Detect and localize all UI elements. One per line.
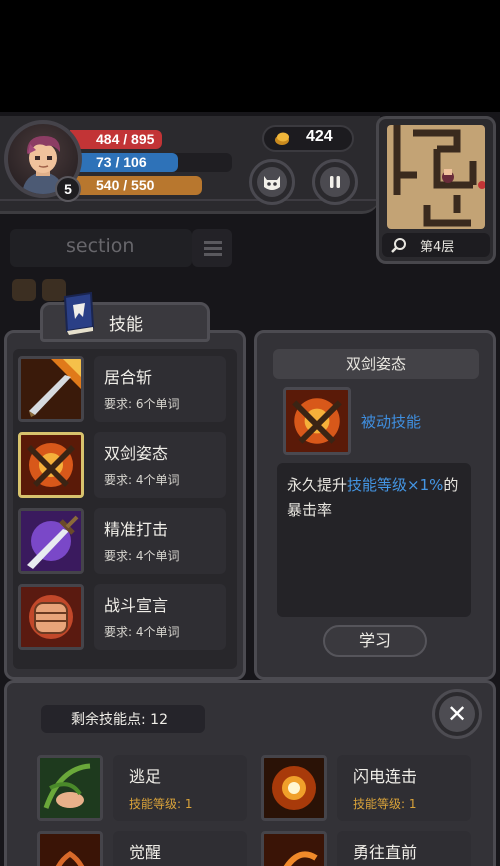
- skill-icon: [261, 755, 327, 821]
- skill-icon: [18, 584, 84, 650]
- skill-name: 居合斩: [104, 368, 153, 387]
- tab-skills[interactable]: 技能: [40, 291, 210, 342]
- skill-icon: [18, 432, 84, 498]
- skill-requirement: 要求: 4个单词: [104, 549, 180, 563]
- xp-bar: 540 / 550: [70, 176, 202, 195]
- fist-icon: [21, 587, 81, 647]
- skill-name: 战斗宣言: [104, 596, 169, 615]
- skill-card: 居合斩 要求: 6个单词: [94, 356, 226, 422]
- game-screen: 484 / 895 73 / 106 540 / 550 5 424 第4层 s…: [0, 112, 500, 866]
- detail-description-box: 永久提升技能等级×1%的暴击率: [277, 463, 471, 617]
- minimap-panel[interactable]: 第4层: [376, 116, 496, 264]
- player-level-badge: 5: [55, 176, 81, 202]
- skill-name: 精准打击: [104, 520, 169, 539]
- crossed-swords-icon: [286, 390, 348, 452]
- monster-menu-button[interactable]: [249, 159, 295, 205]
- learned-skill-lightning-combo[interactable]: 闪电连击 技能等级: 1: [259, 753, 475, 821]
- gold-value: 424: [306, 128, 333, 145]
- skill-card: 勇往直前: [337, 831, 471, 866]
- sword-slash-icon: [21, 359, 81, 419]
- coin-icon: [275, 132, 289, 145]
- learn-button[interactable]: 学习: [323, 625, 427, 657]
- section-header: section: [10, 229, 192, 267]
- skill-icon: [261, 831, 327, 866]
- list-line-icon: [204, 247, 222, 250]
- skill-name: 闪电连击: [353, 767, 418, 786]
- ghost-tile: [12, 279, 36, 301]
- greatsword-icon: [21, 511, 81, 571]
- skill-row-iai-slash[interactable]: 居合斩 要求: 6个单词: [16, 354, 232, 422]
- skill-row-precise-strike[interactable]: 精准打击 要求: 4个单词: [16, 506, 232, 574]
- skill-requirement: 要求: 6个单词: [104, 397, 180, 411]
- list-button[interactable]: [192, 229, 232, 267]
- floor-indicator: 第4层: [382, 233, 490, 257]
- desc-highlight: 技能等级×1%: [347, 476, 444, 494]
- skill-card: 逃足 技能等级: 1: [113, 755, 247, 821]
- list-line-icon: [204, 241, 222, 244]
- close-icon: ✕: [446, 700, 468, 728]
- vine-foot-icon: [40, 758, 100, 818]
- monster-face-icon: [264, 176, 280, 190]
- skill-level: 技能等级: 1: [129, 797, 193, 811]
- skill-points-label: 剩余技能点: 12: [71, 712, 168, 728]
- skill-name: 逃足: [129, 767, 162, 786]
- minimap[interactable]: [387, 125, 485, 229]
- skill-requirement: 要求: 4个单词: [104, 473, 180, 487]
- skill-card: 精准打击 要求: 4个单词: [94, 508, 226, 574]
- desc-prefix: 永久提升: [287, 476, 348, 494]
- skill-level: 技能等级: 1: [353, 797, 417, 811]
- skill-icon: [37, 755, 103, 821]
- skill-book-icon: [63, 291, 95, 335]
- tab-skills-label: 技能: [109, 315, 143, 335]
- detail-title-bar: 双剑姿态: [273, 349, 479, 379]
- section-label: section: [66, 235, 135, 257]
- skill-name: 双剑姿态: [104, 444, 169, 463]
- skill-requirement: 要求: 4个单词: [104, 625, 180, 639]
- skill-name: 勇往直前: [353, 843, 418, 862]
- skill-row-dual-sword-stance[interactable]: 双剑姿态 要求: 4个单词: [16, 430, 232, 498]
- skill-row-battle-cry[interactable]: 战斗宣言 要求: 4个单词: [16, 582, 232, 650]
- list-line-icon: [204, 253, 222, 256]
- skill-detail-panel: 双剑姿态 被动技能 永久提升技能等级×1%的暴击率 学习: [254, 330, 496, 680]
- hp-bar: 484 / 895: [70, 130, 162, 149]
- floor-label: 第4层: [420, 240, 455, 255]
- skill-card: 觉醒: [113, 831, 247, 866]
- learned-skill-awaken[interactable]: 觉醒: [35, 829, 251, 866]
- pause-button[interactable]: [312, 159, 358, 205]
- detail-description: 永久提升技能等级×1%的暴击率: [287, 473, 467, 523]
- learned-skill-escape[interactable]: 逃足 技能等级: 1: [35, 753, 251, 821]
- skill-name: 觉醒: [129, 843, 162, 862]
- hud: 484 / 895 73 / 106 540 / 550 5 424 第4层: [0, 112, 500, 264]
- pause-icon: [330, 176, 340, 188]
- magnifier-icon[interactable]: [391, 237, 407, 253]
- skill-icon: [18, 508, 84, 574]
- dungeon-map-icon: [393, 125, 485, 227]
- mp-bar: 73 / 106: [70, 153, 178, 172]
- detail-skill-icon: [283, 387, 351, 455]
- skill-icon: [37, 831, 103, 866]
- skill-points-bar: 剩余技能点: 12: [41, 705, 205, 733]
- skill-icon: [18, 356, 84, 422]
- learned-skill-charge[interactable]: 勇往直前: [259, 829, 475, 866]
- crossed-swords-icon: [21, 435, 81, 495]
- xp-value: 540 / 550: [96, 177, 155, 193]
- gold-counter: 424: [262, 125, 354, 152]
- skill-card: 双剑姿态 要求: 4个单词: [94, 432, 226, 498]
- awaken-icon: [40, 834, 100, 866]
- mp-value: 73 / 106: [96, 154, 147, 170]
- learned-skills-panel: 剩余技能点: 12 逃足 技能等级: 1 闪电连击 技能等级: 1 觉醒 勇往直…: [4, 680, 496, 866]
- skill-card: 战斗宣言 要求: 4个单词: [94, 584, 226, 650]
- charge-icon: [264, 834, 324, 866]
- detail-skill-type: 被动技能: [361, 413, 422, 431]
- detail-title: 双剑姿态: [345, 355, 406, 373]
- skill-card: 闪电连击 技能等级: 1: [337, 755, 471, 821]
- flash-burst-icon: [264, 758, 324, 818]
- hp-value: 484 / 895: [96, 131, 155, 147]
- close-button[interactable]: ✕: [432, 689, 482, 739]
